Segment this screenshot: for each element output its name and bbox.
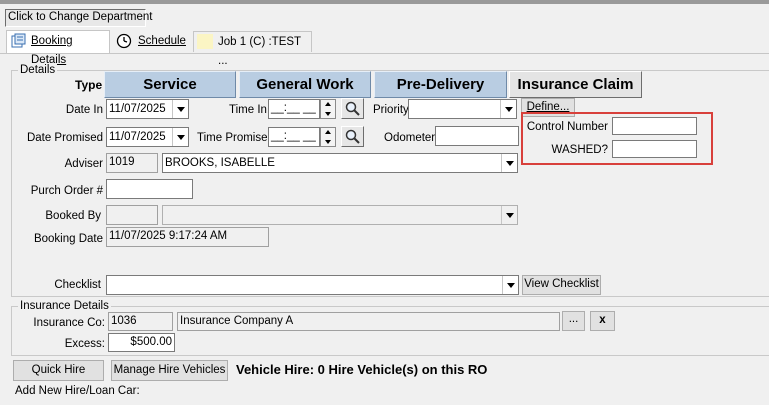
- chevron-down-icon[interactable]: [501, 154, 517, 172]
- date-in-label: Date In: [65, 104, 103, 116]
- time-in-label: Time In: [229, 104, 267, 116]
- time-in-lookup-button[interactable]: [341, 98, 364, 119]
- time-promised-lookup-button[interactable]: [341, 126, 364, 147]
- type-label: Type: [75, 78, 103, 92]
- window-top-border: [0, 0, 769, 4]
- time-promised-spinner[interactable]: [320, 127, 336, 147]
- priority-label: Priority: [373, 104, 409, 116]
- tab-schedule-label: Schedule: [138, 35, 186, 47]
- insurance-company-label: Insurance Co:: [33, 317, 105, 329]
- insurance-company-code-field[interactable]: 1036: [108, 312, 173, 331]
- booking-date-field: 11/07/2025 9:17:24 AM: [106, 227, 269, 247]
- purch-order-label: Purch Order #: [30, 185, 103, 197]
- booked-by-dropdown[interactable]: [162, 205, 518, 225]
- tab-general-work[interactable]: General Work: [239, 71, 371, 98]
- time-in-field[interactable]: __:__ __: [268, 99, 320, 119]
- chevron-down-icon[interactable]: [172, 100, 188, 118]
- chevron-down-icon[interactable]: [502, 276, 518, 294]
- insurance-browse-button[interactable]: ...: [562, 311, 585, 331]
- washed-label: WASHED?: [551, 144, 608, 156]
- date-promised-picker[interactable]: 11/07/2025: [106, 127, 189, 147]
- booked-by-label: Booked By: [45, 210, 101, 222]
- priority-dropdown[interactable]: [408, 99, 517, 119]
- odometer-label: Odometer:: [384, 132, 439, 144]
- tab-pre-delivery[interactable]: Pre-Delivery: [374, 71, 507, 98]
- booking-icon: [11, 33, 26, 48]
- details-group-title: Details: [18, 64, 58, 77]
- quick-hire-button[interactable]: Quick Hire: [13, 360, 104, 381]
- excess-label: Excess:: [64, 338, 105, 350]
- odometer-field[interactable]: [435, 126, 519, 146]
- checklist-label: Checklist: [54, 279, 101, 291]
- clock-icon: [116, 33, 132, 49]
- magnifier-icon: [345, 101, 361, 119]
- magnifier-icon: [345, 129, 361, 147]
- add-new-hire-label: Add New Hire/Loan Car:: [15, 385, 140, 397]
- date-promised-label: Date Promised: [26, 132, 103, 144]
- tab-schedule[interactable]: Schedule: [113, 31, 189, 52]
- manage-hire-vehicles-button[interactable]: Manage Hire Vehicles: [111, 360, 228, 381]
- page-tab-bar: [0, 53, 769, 54]
- purch-order-field[interactable]: [106, 179, 193, 199]
- insurance-clear-button[interactable]: x: [590, 311, 615, 331]
- change-department-button[interactable]: Click to Change Department: [5, 9, 152, 27]
- tab-job-1[interactable]: Job 1 (C) :TEST ...: [193, 31, 312, 67]
- tab-service[interactable]: Service: [104, 71, 236, 98]
- chevron-down-icon[interactable]: [501, 206, 517, 224]
- job-note-icon: [197, 34, 213, 49]
- chevron-down-icon[interactable]: [172, 128, 188, 146]
- control-number-field[interactable]: [612, 117, 697, 135]
- excess-field[interactable]: $500.00: [108, 333, 175, 352]
- time-promised-field[interactable]: __:__ __: [268, 127, 320, 147]
- adviser-name-value: BROOKS, ISABELLE: [165, 157, 275, 169]
- control-number-label: Control Number: [526, 121, 608, 133]
- chevron-down-icon[interactable]: [500, 100, 516, 118]
- date-in-picker[interactable]: 11/07/2025: [106, 99, 189, 119]
- vehicle-hire-status: Vehicle Hire: 0 Hire Vehicle(s) on this …: [236, 362, 488, 377]
- tab-insurance-claim[interactable]: Insurance Claim: [509, 71, 642, 98]
- checklist-dropdown[interactable]: [106, 275, 519, 295]
- washed-field[interactable]: [612, 140, 697, 158]
- adviser-code-field[interactable]: 1019: [106, 153, 158, 173]
- tab-job-1-label: Job 1 (C) :TEST ...: [218, 36, 301, 67]
- insurance-group-title: Insurance Details: [18, 300, 111, 313]
- date-in-value: 11/07/2025: [109, 103, 166, 115]
- adviser-dropdown[interactable]: BROOKS, ISABELLE: [162, 153, 518, 173]
- booked-by-code-field: [106, 205, 158, 225]
- adviser-label: Adviser: [64, 158, 103, 170]
- booking-date-label: Booking Date: [33, 233, 103, 245]
- view-checklist-button[interactable]: View Checklist: [522, 275, 601, 295]
- time-in-spinner[interactable]: [320, 99, 336, 119]
- date-promised-value: 11/07/2025: [109, 131, 166, 143]
- insurance-company-name-field: Insurance Company A: [177, 312, 560, 331]
- tab-booking-details[interactable]: Booking Details: [6, 30, 110, 66]
- time-promised-label: Time Promised: [197, 132, 274, 144]
